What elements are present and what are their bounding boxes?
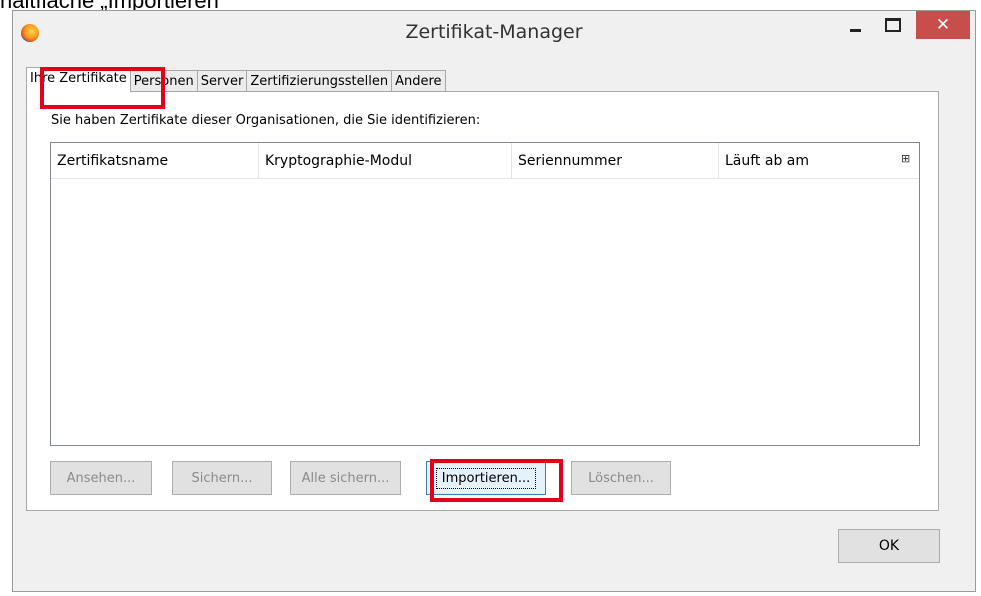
tab-andere[interactable]: Andere	[391, 70, 446, 92]
column-picker-icon[interactable]: ⊞	[901, 153, 913, 165]
tab-zertifizierungsstellen[interactable]: Zertifizierungsstellen	[246, 70, 393, 92]
backup-all-button[interactable]: Alle sichern...	[290, 461, 401, 495]
import-button[interactable]: Importieren...	[426, 461, 546, 495]
column-header-name[interactable]: Zertifikatsname	[51, 143, 259, 178]
tab-ihre-zertifikate[interactable]: Ihre Zertifikate	[26, 67, 131, 92]
maximize-button[interactable]	[879, 11, 907, 39]
view-button[interactable]: Ansehen...	[50, 461, 152, 495]
delete-button[interactable]: Löschen...	[571, 461, 671, 495]
tab-panel: Sie haben Zertifikate dieser Organisatio…	[26, 91, 939, 511]
tab-personen[interactable]: Personen	[129, 70, 198, 92]
column-header-expires[interactable]: Läuft ab am	[719, 143, 891, 178]
column-header-serial[interactable]: Seriennummer	[512, 143, 719, 178]
certificate-list[interactable]: Zertifikatsname Kryptographie-Modul Seri…	[50, 142, 920, 446]
close-icon: ✕	[935, 15, 951, 35]
window-title: Zertifikat-Manager	[405, 21, 583, 43]
ok-button[interactable]: OK	[838, 529, 940, 563]
column-header-module[interactable]: Kryptographie-Modul	[259, 143, 512, 178]
tab-server[interactable]: Server	[196, 70, 248, 92]
close-button[interactable]: ✕	[916, 11, 970, 39]
intro-text: Sie haben Zertifikate dieser Organisatio…	[51, 113, 481, 128]
list-header: Zertifikatsname Kryptographie-Modul Seri…	[51, 143, 919, 179]
title-bar: Zertifikat-Manager ✕	[13, 11, 975, 57]
backup-button[interactable]: Sichern...	[172, 461, 272, 495]
tab-strip: Ihre Zertifikate Personen Server Zertifi…	[26, 65, 446, 92]
minimize-button[interactable]	[841, 11, 869, 39]
maximize-icon	[885, 18, 901, 32]
minimize-icon	[849, 28, 861, 32]
